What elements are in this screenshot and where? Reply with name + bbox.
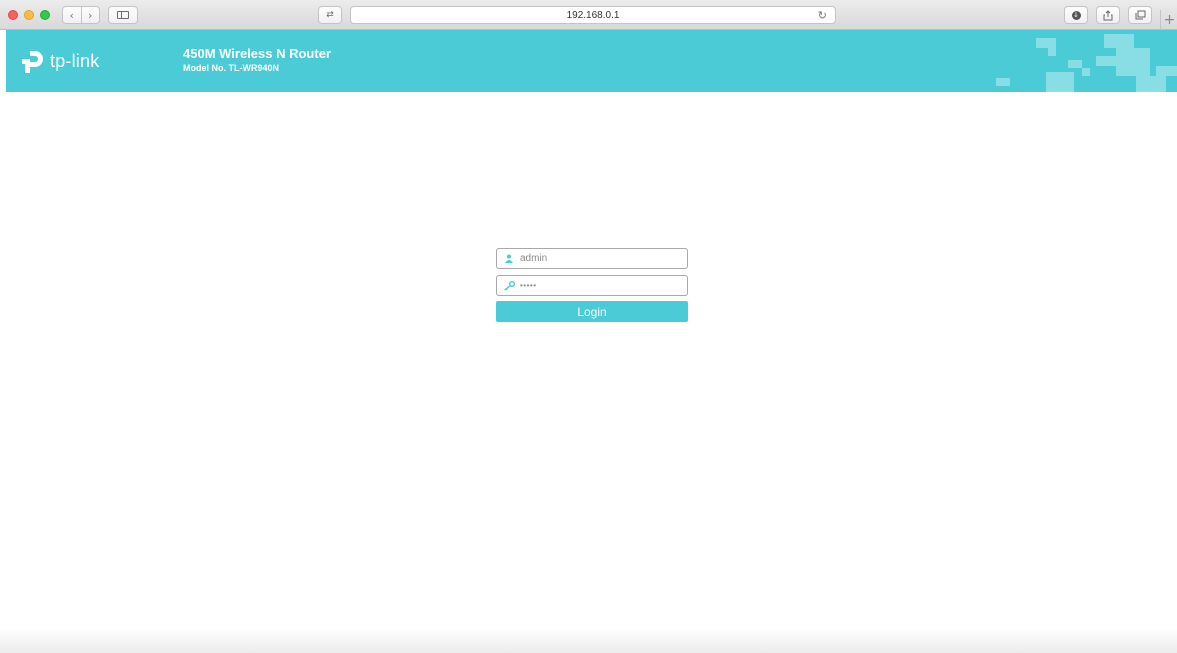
login-button[interactable]: Login (496, 301, 688, 322)
username-field[interactable]: admin (496, 248, 688, 269)
plus-icon: + (1163, 12, 1176, 28)
downloads-button[interactable]: ↓ (1064, 6, 1088, 24)
password-field[interactable]: ••••• (496, 275, 688, 296)
password-value: ••••• (520, 281, 537, 290)
minimize-window-button[interactable] (24, 10, 34, 20)
page-bottom-shade (0, 628, 1177, 653)
new-tab-button[interactable]: + (1160, 10, 1177, 30)
product-title: 450M Wireless N Router (183, 46, 331, 61)
tabs-icon (1135, 10, 1145, 20)
tp-link-logo: tp-link (18, 47, 99, 75)
download-icon: ↓ (1071, 10, 1081, 20)
address-bar[interactable]: 192.168.0.1 ↻ (350, 6, 836, 24)
zoom-window-button[interactable] (40, 10, 50, 20)
key-icon (503, 280, 515, 292)
reader-icon: ⇄ (326, 9, 334, 20)
show-tabs-button[interactable] (1128, 6, 1152, 24)
close-window-button[interactable] (8, 10, 18, 20)
router-header: tp-link 450M Wireless N Router Model No.… (6, 30, 1177, 92)
url-text: 192.168.0.1 (566, 9, 620, 21)
reader-button[interactable]: ⇄ (318, 6, 342, 24)
forward-button[interactable]: › (80, 7, 100, 23)
sidebar-icon (117, 11, 129, 19)
show-sidebar-button[interactable] (108, 6, 138, 24)
user-icon (503, 253, 515, 265)
tp-link-logo-icon (22, 51, 43, 73)
share-icon (1103, 9, 1113, 20)
browser-toolbar: ‹ › ⇄ 192.168.0.1 ↻ ↓ + (0, 0, 1177, 30)
username-value: admin (520, 253, 548, 264)
browser-window: ‹ › ⇄ 192.168.0.1 ↻ ↓ + tp-link 450M Wir… (0, 0, 1177, 653)
logo-text: tp-link (50, 50, 100, 71)
back-button[interactable]: ‹ (63, 7, 81, 23)
share-button[interactable] (1096, 6, 1120, 24)
reload-icon[interactable]: ↻ (818, 9, 827, 22)
nav-button-group: ‹ › (62, 6, 100, 24)
model-number: Model No. TL-WR940N (183, 63, 279, 73)
